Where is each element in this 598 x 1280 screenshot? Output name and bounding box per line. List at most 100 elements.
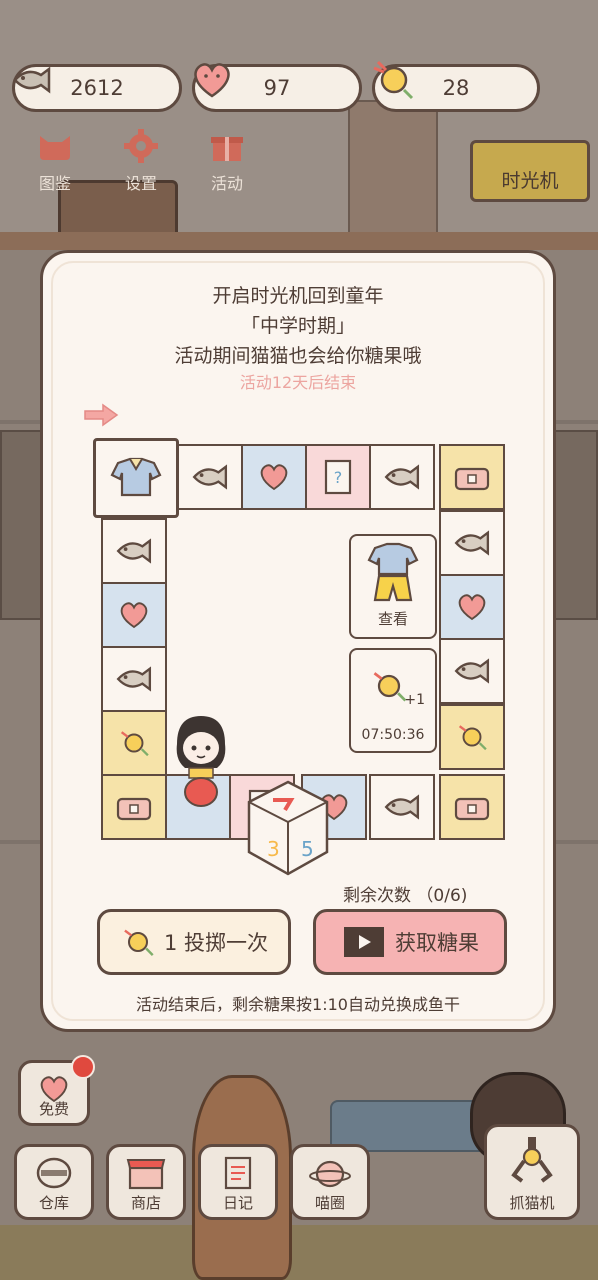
fish-icon bbox=[116, 666, 152, 692]
board-tile-heart[interactable] bbox=[241, 444, 307, 510]
heart-icon bbox=[458, 594, 486, 621]
board-tile-fish[interactable] bbox=[439, 638, 505, 704]
board-tile-fish[interactable] bbox=[101, 518, 167, 584]
planet-icon bbox=[307, 1153, 353, 1193]
board-tile-chest[interactable] bbox=[439, 444, 505, 510]
cat-head-icon bbox=[35, 126, 75, 166]
costume-card[interactable]: 查看 bbox=[349, 534, 437, 639]
candy-bonus: +1 bbox=[404, 692, 425, 708]
start-arrow-icon bbox=[84, 403, 119, 427]
gift-icon bbox=[207, 126, 247, 166]
fish-counter: 2612 bbox=[12, 64, 182, 112]
modal-intro: 开启时光机回到童年 「中学时期」 活动期间猫猫也会给你糖果哦 活动12天后结束 bbox=[43, 281, 553, 395]
costume-icon bbox=[367, 542, 419, 602]
svg-text:3: 3 bbox=[267, 837, 280, 861]
player-avatar bbox=[176, 716, 226, 807]
event-countdown: 活动12天后结束 bbox=[239, 373, 357, 392]
diary-icon bbox=[215, 1153, 261, 1193]
gallery-button[interactable]: 图鉴 bbox=[24, 126, 86, 194]
intro-line-3: 活动期间猫猫也会给你糖果哦 bbox=[174, 345, 422, 367]
chest-icon bbox=[454, 797, 490, 821]
shop-label: 商店 bbox=[130, 1194, 161, 1212]
shop-button[interactable]: 商店 bbox=[106, 1144, 186, 1220]
pillar bbox=[348, 100, 438, 250]
intro-line-1: 开启时光机回到童年 bbox=[212, 285, 384, 307]
board-tile-start[interactable] bbox=[93, 438, 179, 518]
heart-icon bbox=[260, 464, 288, 491]
wall-trim bbox=[0, 232, 598, 250]
storage-icon bbox=[31, 1153, 77, 1193]
dice-icon[interactable]: 3 5 bbox=[243, 778, 333, 878]
get-candy-label: 获取糖果 bbox=[395, 931, 479, 955]
fish-icon bbox=[454, 658, 490, 684]
gallery-label: 图鉴 bbox=[38, 174, 71, 193]
gear-icon bbox=[121, 126, 161, 166]
video-icon bbox=[344, 927, 384, 957]
shelf-left bbox=[0, 430, 45, 620]
heart-counter: 97 bbox=[192, 63, 362, 112]
candy-counter: 28 bbox=[372, 60, 540, 112]
claw-icon bbox=[502, 1133, 562, 1189]
cat-circle-button[interactable]: 喵圈 bbox=[290, 1144, 370, 1220]
board-tile-mystery[interactable]: ? bbox=[305, 444, 371, 510]
board-tile-fish[interactable] bbox=[369, 444, 435, 510]
time-machine-label: 时光机 bbox=[501, 170, 559, 192]
storage-label: 仓库 bbox=[38, 1194, 69, 1212]
notification-dot bbox=[71, 1055, 95, 1079]
intro-line-2: 「中学时期」 bbox=[240, 315, 355, 337]
settings-button[interactable]: 设置 bbox=[110, 126, 172, 194]
candy-icon bbox=[458, 725, 487, 751]
clothes-icon bbox=[110, 457, 162, 497]
svg-text:?: ? bbox=[334, 468, 343, 487]
exchange-note: 活动结束后，剩余糖果按1:10自动兑换成鱼干 bbox=[136, 995, 460, 1014]
mystery-book-icon: ? bbox=[324, 459, 352, 495]
board-tile-heart[interactable] bbox=[101, 582, 167, 648]
board-tile-candy[interactable] bbox=[439, 704, 505, 770]
roll-button-label: 1 投掷一次 bbox=[163, 931, 269, 955]
candy-timer-card[interactable]: +1 07:50:36 bbox=[349, 648, 437, 753]
heart-count: 97 bbox=[263, 76, 291, 100]
settings-label: 设置 bbox=[124, 174, 157, 193]
chest-icon bbox=[116, 797, 152, 821]
svg-text:5: 5 bbox=[301, 837, 314, 861]
roll-button[interactable]: 1 投掷一次 bbox=[97, 909, 291, 975]
candy-icon bbox=[373, 672, 407, 702]
shop-icon bbox=[123, 1153, 169, 1193]
board-tile-candy[interactable] bbox=[101, 710, 167, 776]
candy-icon bbox=[124, 929, 154, 956]
fish-icon bbox=[9, 57, 55, 103]
board-tile-fish[interactable] bbox=[101, 646, 167, 712]
board-tile-fish[interactable] bbox=[369, 774, 435, 840]
chest-icon bbox=[454, 467, 490, 491]
fish-icon bbox=[116, 538, 152, 564]
fish-count: 2612 bbox=[70, 76, 124, 100]
activity-button[interactable]: 活动 bbox=[196, 126, 258, 194]
fish-icon bbox=[192, 464, 228, 490]
time-machine-button[interactable]: 时光机 bbox=[470, 140, 590, 202]
time-machine-modal: 开启时光机回到童年 「中学时期」 活动期间猫猫也会给你糖果哦 活动12天后结束 … bbox=[40, 250, 556, 1032]
diary-label: 日记 bbox=[222, 1194, 253, 1212]
diary-button[interactable]: 日记 bbox=[198, 1144, 278, 1220]
board-tile-chest[interactable] bbox=[101, 774, 167, 840]
claw-machine-label: 抓猫机 bbox=[509, 1194, 555, 1212]
cat-circle-label: 喵圈 bbox=[314, 1194, 345, 1212]
board-tile-fish[interactable] bbox=[177, 444, 243, 510]
free-button[interactable]: 免费 bbox=[18, 1055, 95, 1126]
heart-icon bbox=[120, 602, 148, 629]
board-tile-heart[interactable] bbox=[439, 574, 505, 640]
top-icon-row: 图鉴 设置 活动 bbox=[24, 126, 258, 194]
claw-machine-button[interactable]: 抓猫机 bbox=[484, 1124, 580, 1220]
candy-icon bbox=[369, 57, 415, 103]
board-tile-fish[interactable] bbox=[439, 510, 505, 576]
view-label: 查看 bbox=[377, 610, 408, 628]
fish-icon bbox=[384, 794, 420, 820]
board: ? ? bbox=[93, 438, 509, 876]
storage-button[interactable]: 仓库 bbox=[14, 1144, 94, 1220]
fish-icon bbox=[384, 464, 420, 490]
get-candy-button[interactable]: 获取糖果 bbox=[313, 909, 507, 975]
fish-icon bbox=[454, 530, 490, 556]
board-tile-chest[interactable] bbox=[439, 774, 505, 840]
candy-icon bbox=[120, 731, 149, 757]
free-label: 免费 bbox=[38, 1100, 69, 1118]
candy-timer: 07:50:36 bbox=[361, 727, 425, 743]
